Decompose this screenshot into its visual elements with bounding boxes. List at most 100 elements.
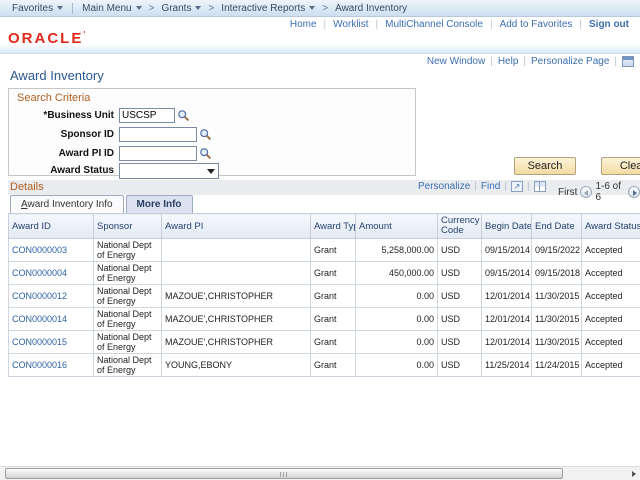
award-id-link[interactable]: CON0000012 bbox=[9, 285, 94, 308]
header-toolbar: Home | Worklist | MultiChannel Console |… bbox=[0, 17, 640, 31]
end-date-cell: 11/24/2015 bbox=[532, 354, 582, 377]
sponsor-id-lookup-icon[interactable] bbox=[199, 128, 212, 141]
copy-url-icon[interactable] bbox=[622, 56, 634, 67]
award-id-link[interactable]: CON0000004 bbox=[9, 262, 94, 285]
award-status-cell: Accepted bbox=[582, 239, 640, 262]
award-pi-id-label: Award PI ID bbox=[9, 148, 119, 159]
previous-page-icon[interactable] bbox=[580, 186, 592, 198]
award-status-dropdown[interactable] bbox=[119, 163, 219, 179]
amount-cell: 0.00 bbox=[356, 331, 438, 354]
worklist-link[interactable]: Worklist bbox=[326, 19, 375, 30]
award-status-cell: Accepted bbox=[582, 308, 640, 331]
begin-date-cell: 12/01/2014 bbox=[482, 285, 532, 308]
details-title: Details bbox=[10, 181, 44, 193]
award-pi-id-input[interactable] bbox=[119, 146, 197, 161]
sponsor-cell: National Dept of Energy bbox=[94, 262, 162, 285]
award-type-cell: Grant bbox=[311, 262, 356, 285]
personalize-page-link[interactable]: Personalize Page bbox=[531, 56, 609, 67]
header-gradient-band bbox=[0, 45, 640, 54]
sponsor-cell: National Dept of Energy bbox=[94, 331, 162, 354]
award-status-cell: Accepted bbox=[582, 262, 640, 285]
col-header-award-type: Award Type bbox=[311, 214, 356, 239]
award-type-cell: Grant bbox=[311, 239, 356, 262]
details-pipe: | bbox=[527, 181, 530, 192]
award-pi-id-lookup-icon[interactable] bbox=[199, 147, 212, 160]
scrollbar-thumb[interactable] bbox=[5, 468, 563, 479]
award-inventory-crumb-label: Award Inventory bbox=[335, 3, 407, 14]
award-type-cell: Grant bbox=[311, 285, 356, 308]
sign-out-link[interactable]: Sign out bbox=[582, 19, 636, 30]
begin-date-cell: 12/01/2014 bbox=[482, 331, 532, 354]
sponsor-cell: National Dept of Energy bbox=[94, 354, 162, 377]
business-unit-lookup-icon[interactable] bbox=[177, 109, 190, 122]
view-all-popup-icon[interactable]: ↗ bbox=[511, 181, 523, 192]
sponsor-id-input[interactable] bbox=[119, 127, 197, 142]
award-pi-cell: YOUNG,EBONY bbox=[162, 354, 311, 377]
peoplesoft-window: Favorites Main Menu > Grants > Interacti… bbox=[0, 0, 640, 480]
dropdown-arrow-icon bbox=[207, 169, 215, 174]
table-row: CON0000012 National Dept of Energy MAZOU… bbox=[9, 285, 640, 308]
new-window-link[interactable]: New Window bbox=[427, 56, 485, 67]
add-to-favorites-link[interactable]: Add to Favorites bbox=[493, 19, 580, 30]
breadcrumb-interactive-reports[interactable]: Interactive Reports bbox=[215, 3, 321, 14]
col-header-award-pi: Award PI bbox=[162, 214, 311, 239]
main-menu-label: Main Menu bbox=[82, 3, 131, 14]
col-header-award-id: Award ID bbox=[9, 214, 94, 239]
award-pi-cell bbox=[162, 262, 311, 285]
next-page-icon[interactable] bbox=[628, 186, 640, 198]
col-header-amount: Amount bbox=[356, 214, 438, 239]
sponsor-id-row: Sponsor ID bbox=[9, 126, 212, 143]
download-grid-icon[interactable] bbox=[534, 181, 546, 192]
business-unit-row: *Business Unit bbox=[9, 107, 190, 124]
table-row: CON0000014 National Dept of Energy MAZOU… bbox=[9, 308, 640, 331]
currency-cell: USD bbox=[438, 262, 482, 285]
end-date-cell: 11/30/2015 bbox=[532, 308, 582, 331]
breadcrumb-grants[interactable]: Grants bbox=[155, 3, 207, 14]
clear-button[interactable]: Clear bbox=[601, 157, 640, 175]
details-pipe: | bbox=[474, 181, 477, 192]
utility-pipe: | bbox=[614, 56, 617, 67]
breadcrumb-separator: > bbox=[207, 3, 215, 14]
award-status-row: Award Status bbox=[9, 162, 219, 179]
search-criteria-title: Search Criteria bbox=[17, 92, 90, 104]
amount-cell: 0.00 bbox=[356, 308, 438, 331]
chevron-down-icon bbox=[57, 6, 63, 10]
multichannel-console-link[interactable]: MultiChannel Console bbox=[378, 19, 490, 30]
home-link[interactable]: Home bbox=[283, 19, 324, 30]
search-button[interactable]: Search bbox=[514, 157, 576, 175]
sponsor-cell: National Dept of Energy bbox=[94, 285, 162, 308]
main-menu[interactable]: Main Menu bbox=[76, 3, 147, 14]
begin-date-cell: 09/15/2014 bbox=[482, 239, 532, 262]
currency-cell: USD bbox=[438, 331, 482, 354]
award-pi-cell: MAZOUE',CHRISTOPHER bbox=[162, 308, 311, 331]
utility-pipe: | bbox=[490, 56, 493, 67]
help-link[interactable]: Help bbox=[498, 56, 519, 67]
col-header-currency-code: Currency Code bbox=[438, 214, 482, 239]
breadcrumb-separator: > bbox=[148, 3, 156, 14]
col-header-begin-date: Begin Date bbox=[482, 214, 532, 239]
table-row: CON0000004 National Dept of Energy Grant… bbox=[9, 262, 640, 285]
find-link[interactable]: Find bbox=[481, 181, 500, 192]
begin-date-cell: 12/01/2014 bbox=[482, 308, 532, 331]
award-id-link[interactable]: CON0000003 bbox=[9, 239, 94, 262]
sponsor-id-label: Sponsor ID bbox=[9, 129, 119, 140]
amount-cell: 5,258,000.00 bbox=[356, 239, 438, 262]
favorites-label: Favorites bbox=[12, 3, 53, 14]
end-date-cell: 11/30/2015 bbox=[532, 285, 582, 308]
business-unit-label: *Business Unit bbox=[9, 110, 119, 121]
details-pipe: | bbox=[504, 181, 507, 192]
tab-more-info[interactable]: More Info bbox=[126, 195, 193, 213]
currency-cell: USD bbox=[438, 285, 482, 308]
award-status-cell: Accepted bbox=[582, 354, 640, 377]
scrollbar-right-arrow-icon[interactable] bbox=[632, 471, 636, 477]
end-date-cell: 09/15/2018 bbox=[532, 262, 582, 285]
award-id-link[interactable]: CON0000016 bbox=[9, 354, 94, 377]
award-id-link[interactable]: CON0000015 bbox=[9, 331, 94, 354]
business-unit-input[interactable] bbox=[119, 108, 175, 123]
personalize-link[interactable]: Personalize bbox=[418, 181, 470, 192]
award-id-link[interactable]: CON0000014 bbox=[9, 308, 94, 331]
grid-tabs: Award Inventory Info More Info bbox=[10, 195, 193, 213]
tab-award-inventory-info[interactable]: Award Inventory Info bbox=[10, 195, 124, 213]
favorites-menu[interactable]: Favorites bbox=[6, 3, 69, 14]
horizontal-scrollbar[interactable] bbox=[0, 466, 640, 480]
